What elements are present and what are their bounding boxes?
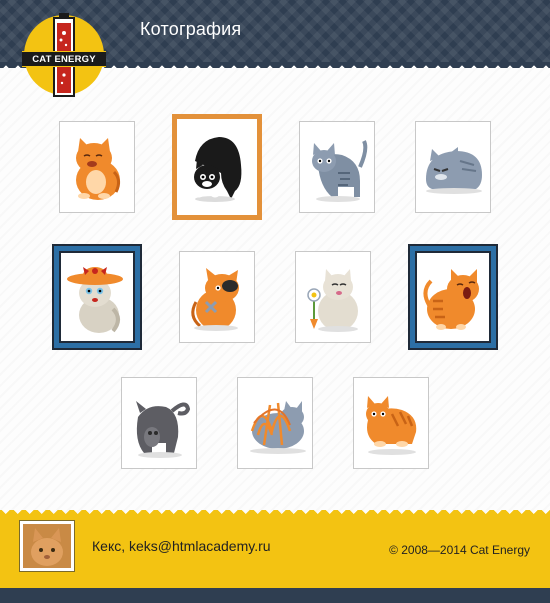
gallery-item[interactable] <box>353 377 429 469</box>
orange-cat-crouching-icon <box>366 396 417 455</box>
gallery-item[interactable] <box>415 121 491 213</box>
gallery-item[interactable] <box>237 377 313 469</box>
orange-pirate-cat-icon <box>191 268 239 331</box>
grey-cat-lying-icon <box>426 147 482 194</box>
cat-gallery <box>0 0 550 520</box>
grey-cat-in-yarn-icon <box>250 401 306 454</box>
gallery-item-selected[interactable] <box>172 114 262 220</box>
gallery-item[interactable] <box>179 251 255 343</box>
cat-photo-icon <box>23 524 71 568</box>
gallery-item[interactable] <box>121 377 197 469</box>
gallery-item[interactable] <box>299 121 375 213</box>
copyright: © 2008—2014 Cat Energy <box>389 543 530 557</box>
footer-bottom-strip <box>0 588 550 603</box>
cream-cat-in-hat-icon <box>67 267 123 333</box>
cream-cat-with-flower-icon <box>307 269 358 332</box>
author-contact[interactable]: Кекс, keks@htmlacademy.ru <box>92 538 271 554</box>
black-cat-icon <box>194 137 242 202</box>
gallery-item[interactable] <box>295 251 371 343</box>
grey-cat-standing-icon <box>312 140 368 202</box>
gallery-item[interactable] <box>59 121 135 213</box>
grey-cat-rear-view-icon <box>136 401 191 458</box>
gallery-item-selected[interactable] <box>52 244 142 350</box>
gallery-item-selected[interactable] <box>408 244 498 350</box>
orange-cat-yawning-icon <box>76 138 121 200</box>
avatar[interactable] <box>19 520 75 572</box>
orange-cat-screaming-icon <box>423 269 479 330</box>
footer-zigzag-edge <box>0 510 550 518</box>
